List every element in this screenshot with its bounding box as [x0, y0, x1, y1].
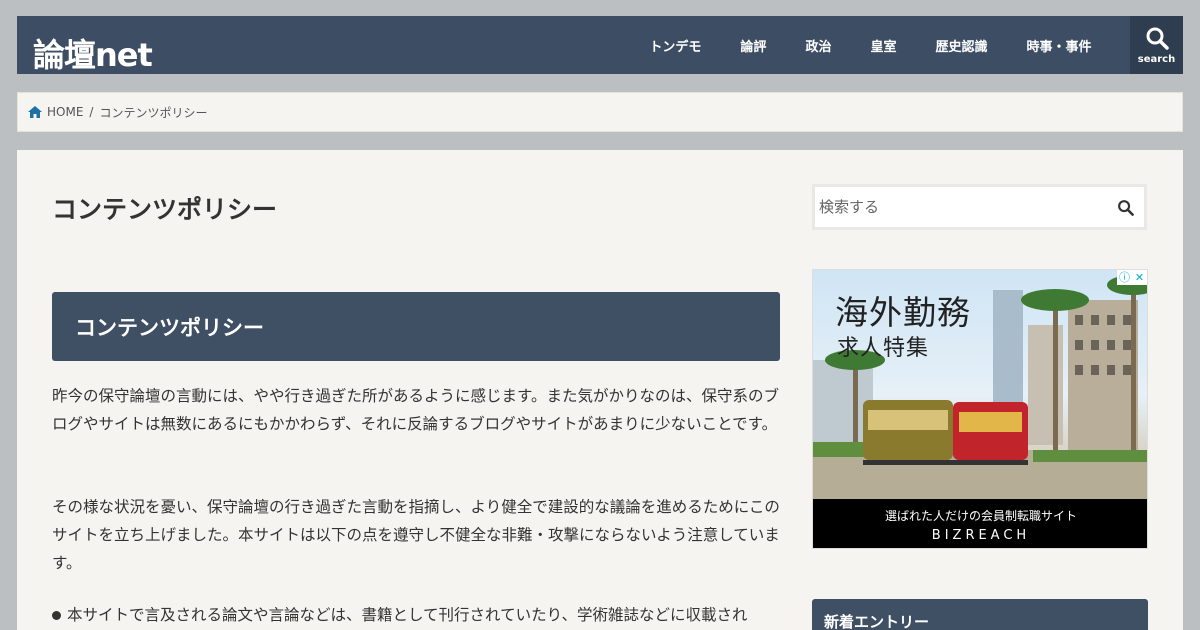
- section-heading: コンテンツポリシー: [52, 292, 780, 361]
- breadcrumb-current: コンテンツポリシー: [99, 105, 208, 120]
- ad-headline-2: 求人特集: [837, 336, 930, 361]
- nav-item-rekishi[interactable]: 歴史認識: [916, 36, 1007, 55]
- nav-item-tondemo[interactable]: トンデモ: [630, 36, 721, 55]
- ad-footer: 選ばれた人だけの会員制転職サイト BIZREACH: [813, 499, 1147, 548]
- ad-controls: ⓘ ✕: [1117, 270, 1147, 285]
- search-label: search: [1137, 53, 1176, 65]
- paragraph-1: 昨今の保守論壇の言動には、やや行き過ぎた所があるように感じます。また気がかりなの…: [52, 387, 779, 433]
- ad-headline-1: 海外勤務: [835, 293, 971, 332]
- home-icon: [28, 106, 42, 118]
- site-logo[interactable]: 論壇net: [33, 30, 153, 76]
- nav-item-koshitsu[interactable]: 皇室: [851, 36, 916, 55]
- nav-item-seiji[interactable]: 政治: [786, 36, 851, 55]
- page-title: コンテンツポリシー: [52, 195, 278, 224]
- breadcrumb-home-label: HOME: [47, 105, 84, 119]
- search-input[interactable]: [819, 198, 1099, 216]
- ad-image: 海外勤務 求人特集: [813, 270, 1147, 499]
- ad-tagline: 選ばれた人だけの会員制転職サイト: [884, 509, 1077, 523]
- site-header: 論壇net トンデモ 論評 政治 皇室 歴史認識 時事・事件 search: [17, 16, 1183, 74]
- paragraph-2: その様な状況を憂い、保守論壇の行き過ぎた言動を指摘し、より健全で建設的な議論を進…: [52, 498, 780, 572]
- list-item-text: 本サイトで言及される論文や言論などは、書籍として刊行されていたり、学術雑誌などに…: [67, 606, 748, 624]
- ad-close-icon[interactable]: ✕: [1132, 270, 1147, 285]
- ad-brand: BIZREACH: [931, 528, 1031, 543]
- list-item: 本サイトで言及される論文や言論などは、書籍として刊行されていたり、学術雑誌などに…: [52, 601, 780, 629]
- header-search-button[interactable]: search: [1130, 16, 1183, 74]
- breadcrumb: HOME / コンテンツポリシー: [17, 92, 1183, 132]
- sidebar-search: [812, 184, 1147, 230]
- search-icon[interactable]: [1117, 199, 1134, 216]
- advertisement[interactable]: 海外勤務 求人特集 選ばれた人だけの会員制転職サイト BIZREACH ⓘ ✕: [812, 269, 1148, 549]
- breadcrumb-separator: /: [89, 105, 94, 119]
- main-panel: コンテンツポリシー コンテンツポリシー 昨今の保守論壇の言動には、やや行き過ぎた…: [17, 150, 1183, 630]
- nav-item-ronpyo[interactable]: 論評: [721, 36, 786, 55]
- widget-title-new-entries: 新着エントリー: [812, 599, 1148, 630]
- ad-info-icon[interactable]: ⓘ: [1117, 270, 1132, 285]
- breadcrumb-home[interactable]: HOME: [28, 105, 83, 119]
- search-icon: [1146, 27, 1169, 50]
- nav-item-jiji[interactable]: 時事・事件: [1007, 36, 1111, 55]
- bullet-dot-icon: [52, 611, 61, 620]
- main-nav: トンデモ 論評 政治 皇室 歴史認識 時事・事件: [630, 16, 1111, 74]
